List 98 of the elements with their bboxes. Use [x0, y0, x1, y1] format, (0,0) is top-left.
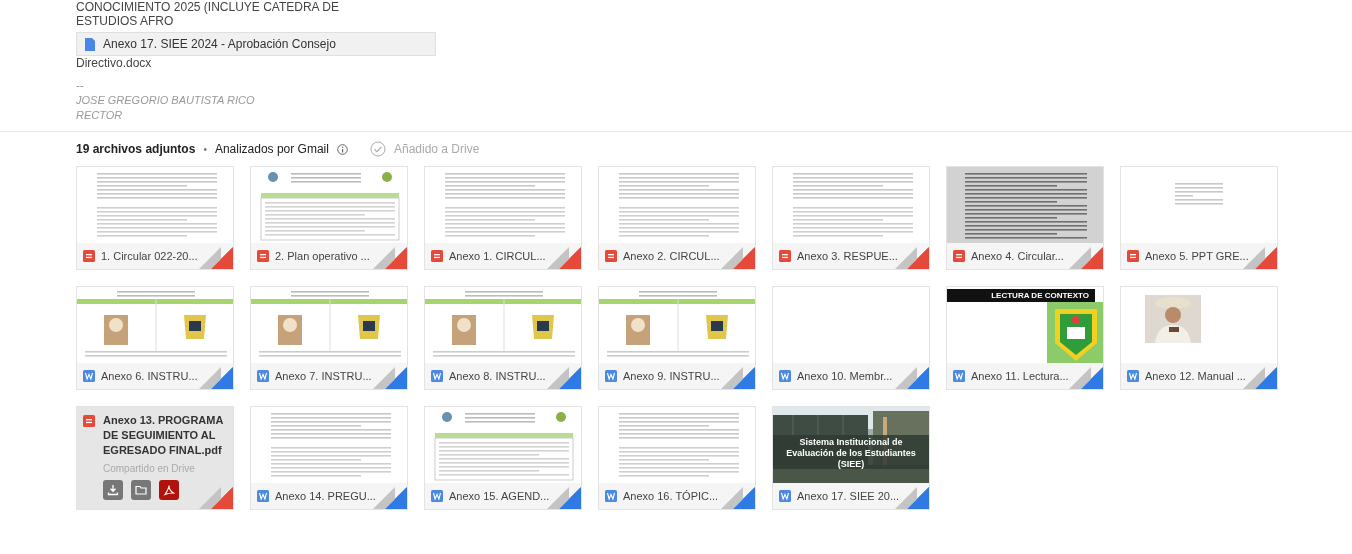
file-name: 1. Circular 022-20... — [101, 248, 198, 264]
document-icon — [85, 37, 95, 51]
preview-caption: Sistema Institucional de Evaluación de los Estudiantes (SIEE) — [785, 437, 917, 470]
page-fold-icon — [721, 367, 755, 389]
attachment-name: Anexo 17. SIEE 2024 - Aprobación Consejo — [103, 36, 336, 53]
attachment-card[interactable]: 1. Circular 022-20... — [76, 166, 234, 270]
pdf-icon — [83, 250, 95, 262]
attachment-card[interactable]: Sistema Institucional de Evaluación de los Estudiantes (SIEE) Anexo 17. SIEE 20... — [772, 406, 930, 510]
attachment-card[interactable]: Anexo 16. TÓPIC... — [598, 406, 756, 510]
file-name: Anexo 16. TÓPIC... — [623, 488, 719, 504]
check-icon — [369, 141, 386, 157]
word-icon — [605, 490, 617, 502]
word-icon — [1127, 370, 1139, 382]
file-name: Anexo 8. INSTRU... — [449, 368, 546, 384]
page-fold-icon — [721, 247, 755, 269]
word-icon — [431, 370, 443, 382]
page-fold-icon — [721, 487, 755, 509]
share-status: Compartido en Drive — [103, 462, 196, 476]
word-icon — [779, 490, 791, 502]
preview-caption: LECTURA DE CONTEXTO — [991, 290, 1089, 302]
file-name: Anexo 5. PPT GRE... — [1145, 248, 1249, 264]
drive-folder-button[interactable] — [131, 480, 151, 500]
attachment-card[interactable]: LECTURA DE CONTEXTO Anexo 11. Lectura... — [946, 286, 1104, 390]
word-icon — [953, 370, 965, 382]
attachment-card[interactable]: Anexo 3. RESPUE... — [772, 166, 930, 270]
file-name: Anexo 13. PROGRAMA DE SEGUIMIENTO AL EGRESADO FINAL.pdf — [103, 413, 224, 458]
download-icon — [107, 484, 119, 496]
page-fold-icon — [547, 367, 581, 389]
page-fold-icon — [373, 487, 407, 509]
signature-text: JOSE GREGORIO BAUTISTA RICO — [76, 93, 256, 108]
attachment-card[interactable]: Anexo 5. PPT GRE... — [1120, 166, 1278, 270]
pdf-icon — [257, 250, 269, 262]
attachment-name: Directivo.docx — [76, 56, 153, 70]
word-icon — [83, 370, 95, 382]
folder-icon — [135, 484, 147, 496]
attachment-card[interactable]: Anexo 13. PROGRAMA DE SEGUIMIENTO AL EGRESADO FINAL.pdf Compartido en Drive — [76, 406, 234, 510]
attachment-card[interactable]: Anexo 4. Circular... — [946, 166, 1104, 270]
pdf-icon — [1127, 250, 1139, 262]
page-fold-icon — [895, 247, 929, 269]
file-name: Anexo 12. Manual ... — [1145, 368, 1246, 384]
file-name: Anexo 2. CIRCUL... — [623, 248, 720, 264]
signature-text: -- — [76, 78, 85, 93]
pdf-icon — [953, 250, 965, 262]
pdf-icon — [431, 250, 443, 262]
file-name: Anexo 3. RESPUE... — [797, 248, 898, 264]
word-icon — [605, 370, 617, 382]
scan-note: Analizados por Gmail — [214, 141, 329, 158]
attachment-chip[interactable]: Anexo 17. SIEE 2024 - Aprobación Consejo — [76, 32, 436, 56]
quoted-text: ESTUDIOS AFRO — [76, 14, 175, 28]
acrobat-icon — [163, 484, 175, 496]
page-fold-icon — [199, 367, 233, 389]
word-icon — [257, 370, 269, 382]
page-fold-icon — [895, 367, 929, 389]
file-name: Anexo 9. INSTRU... — [623, 368, 720, 384]
file-name: Anexo 10. Membr... — [797, 368, 893, 384]
pdf-icon — [779, 250, 791, 262]
attachment-card[interactable]: Anexo 2. CIRCUL... — [598, 166, 756, 270]
info-icon[interactable] — [336, 143, 348, 155]
pdf-icon — [605, 250, 617, 262]
attachment-card[interactable]: Anexo 7. INSTRU... — [250, 286, 408, 390]
page-fold-icon — [547, 487, 581, 509]
attachment-card[interactable]: Anexo 1. CIRCUL... — [424, 166, 582, 270]
attachment-card[interactable]: Anexo 12. Manual ... — [1120, 286, 1278, 390]
page-fold-icon — [1069, 367, 1103, 389]
attachment-card[interactable]: Anexo 15. AGEND... — [424, 406, 582, 510]
open-pdf-button[interactable] — [159, 480, 179, 500]
file-name: Anexo 11. Lectura... — [971, 368, 1069, 384]
page-fold-icon — [1243, 367, 1277, 389]
page-fold-icon — [547, 247, 581, 269]
download-button[interactable] — [103, 480, 123, 500]
attachment-card[interactable]: Anexo 9. INSTRU... — [598, 286, 756, 390]
separator-dot: • — [203, 142, 207, 157]
page-fold-icon — [373, 247, 407, 269]
page-fold-icon — [199, 487, 233, 509]
word-icon — [257, 490, 269, 502]
file-name: Anexo 1. CIRCUL... — [449, 248, 546, 264]
file-name: 2. Plan operativo ... — [275, 248, 370, 264]
quoted-text: CONOCIMIENTO 2025 (INCLUYE CATEDRA DE — [76, 0, 340, 14]
page-fold-icon — [373, 367, 407, 389]
word-icon — [431, 490, 443, 502]
attachment-card[interactable]: Anexo 14. PREGU... — [250, 406, 408, 510]
attachment-card[interactable]: Anexo 10. Membr... — [772, 286, 930, 390]
file-name: Anexo 17. SIEE 20... — [797, 488, 900, 504]
attachment-card[interactable]: Anexo 6. INSTRU... — [76, 286, 234, 390]
word-icon — [779, 370, 791, 382]
file-name: Anexo 15. AGEND... — [449, 488, 550, 504]
file-name: Anexo 7. INSTRU... — [275, 368, 372, 384]
page-fold-icon — [1069, 247, 1103, 269]
file-name: Anexo 14. PREGU... — [275, 488, 376, 504]
attachment-card[interactable]: Anexo 8. INSTRU... — [424, 286, 582, 390]
page-fold-icon — [199, 247, 233, 269]
drive-status: Añadido a Drive — [393, 141, 480, 158]
file-name: Anexo 6. INSTRU... — [101, 368, 198, 384]
signature-text: RECTOR — [76, 108, 124, 123]
pdf-icon — [83, 415, 95, 427]
attachment-count: 19 archivos adjuntos — [76, 141, 196, 158]
attachment-card[interactable]: 2. Plan operativo ... — [250, 166, 408, 270]
file-name: Anexo 4. Circular... — [971, 248, 1064, 264]
